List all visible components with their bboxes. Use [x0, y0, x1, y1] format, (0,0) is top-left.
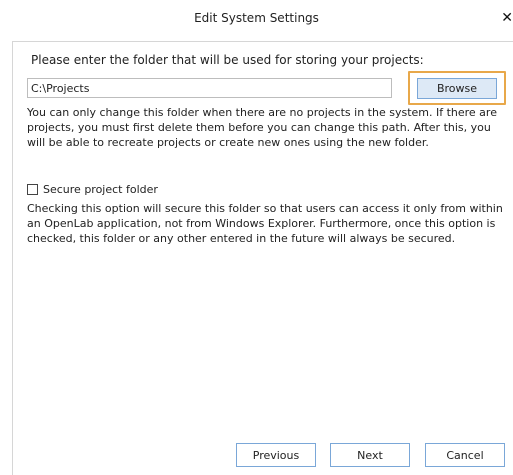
- folder-change-note: You can only change this folder when the…: [27, 106, 497, 149]
- secure-folder-option[interactable]: Secure project folder: [27, 181, 158, 197]
- folder-prompt: Please enter the folder that will be use…: [31, 53, 424, 67]
- secure-folder-label: Secure project folder: [43, 182, 158, 196]
- edit-system-settings-dialog: Edit System Settings ✕ Please enter the …: [0, 0, 513, 475]
- close-icon[interactable]: ✕: [496, 6, 513, 30]
- dialog-title: Edit System Settings: [194, 11, 319, 25]
- secure-folder-checkbox[interactable]: [27, 183, 38, 195]
- browse-button[interactable]: Browse: [417, 78, 497, 99]
- next-button[interactable]: Next: [330, 443, 410, 467]
- previous-button[interactable]: Previous: [236, 443, 316, 467]
- secure-folder-description: Checking this option will secure this fo…: [27, 202, 503, 245]
- project-folder-input[interactable]: [27, 78, 392, 98]
- title-bar: Edit System Settings ✕: [0, 0, 513, 38]
- cancel-button[interactable]: Cancel: [425, 443, 505, 467]
